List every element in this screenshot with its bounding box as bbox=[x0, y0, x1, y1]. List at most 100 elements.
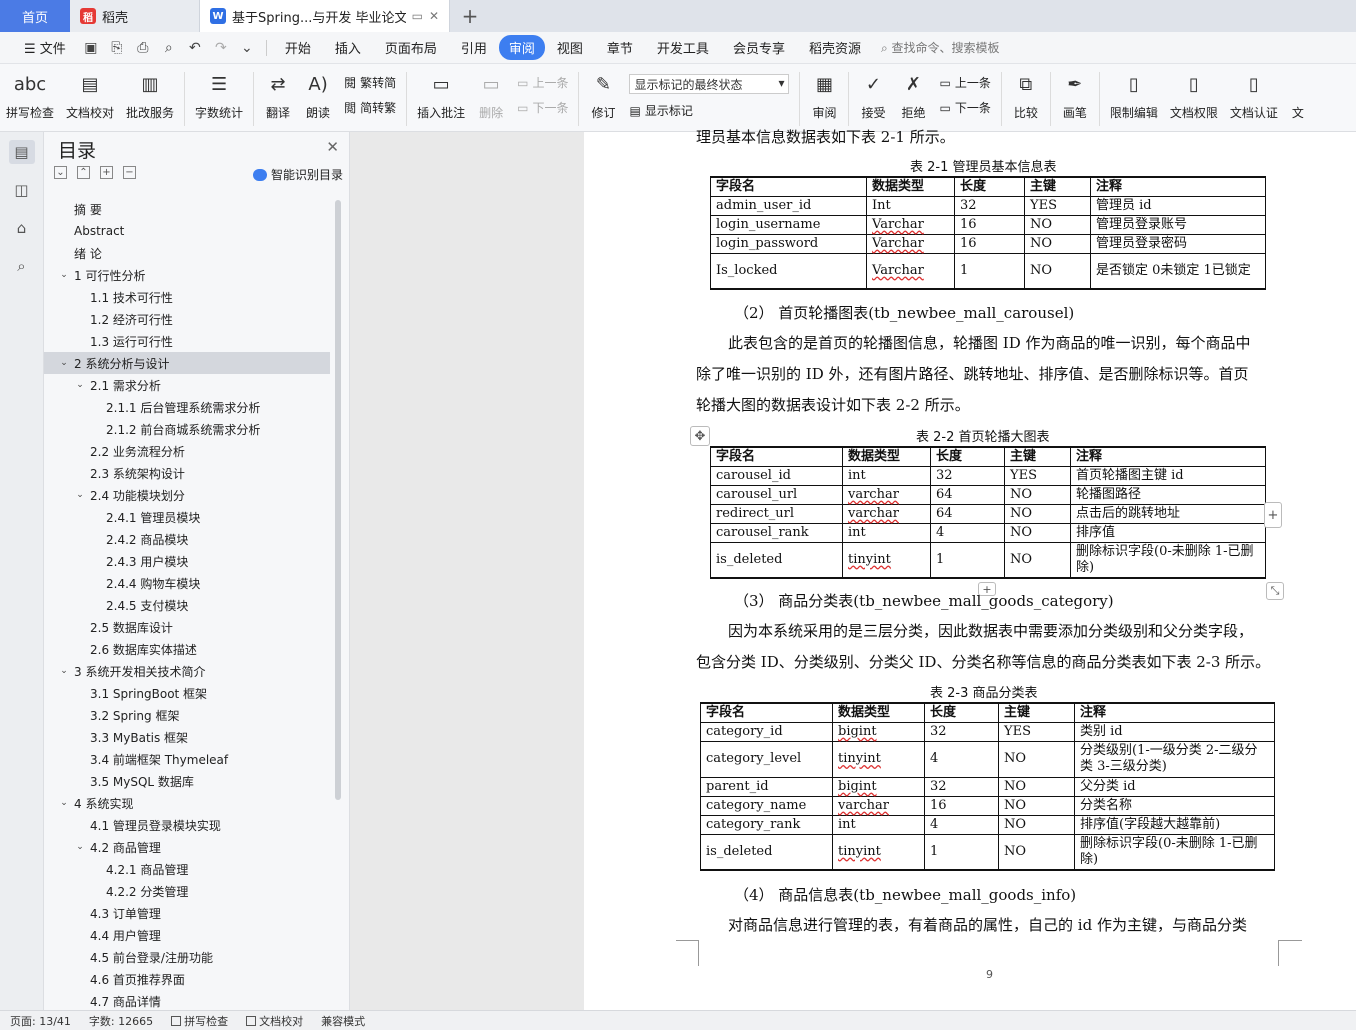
word-count-indicator[interactable]: 字数: 12665 bbox=[89, 1013, 153, 1029]
toc-item[interactable]: 2.4.2 商品模块 bbox=[44, 528, 330, 550]
chevron-down-icon[interactable]: ⌄ bbox=[58, 358, 70, 368]
trad-to-simp-button[interactable]: 閱繁转简 bbox=[344, 74, 396, 91]
toc-item[interactable]: ⌄ 2.4 功能模块划分 bbox=[44, 484, 330, 506]
toc-item[interactable]: 2.4.5 支付模块 bbox=[44, 594, 330, 616]
toc-item[interactable]: 2.4.1 管理员模块 bbox=[44, 506, 330, 528]
menu-layout[interactable]: 页面布局 bbox=[373, 35, 449, 60]
doc-proof-toggle[interactable]: 文档校对 bbox=[246, 1013, 303, 1029]
add-column-handle[interactable]: + bbox=[1264, 502, 1282, 528]
toc-item[interactable]: 2.3 系统架构设计 bbox=[44, 462, 330, 484]
toc-item[interactable]: 4.4 用户管理 bbox=[44, 924, 330, 946]
toc-item[interactable]: 4.7 商品详情 bbox=[44, 990, 330, 1010]
toc-item[interactable]: 4.3 订单管理 bbox=[44, 902, 330, 924]
toc-item[interactable]: 2.4.4 购物车模块 bbox=[44, 572, 330, 594]
word-count-button[interactable]: ☰ 字数统计 bbox=[189, 70, 249, 121]
toc-item[interactable]: 3.5 MySQL 数据库 bbox=[44, 770, 330, 792]
toc-item[interactable]: ⌄ 2.1 需求分析 bbox=[44, 374, 330, 396]
export-icon[interactable]: ⎘ bbox=[107, 38, 127, 58]
restrict-edit-button[interactable]: ▯ 限制编辑 bbox=[1104, 70, 1164, 121]
markup-state-select[interactable]: 显示标记的最终状态 ▾ bbox=[629, 74, 790, 94]
toc-item[interactable]: 2.6 数据库实体描述 bbox=[44, 638, 330, 660]
translate-button[interactable]: ⇄ 翻译 bbox=[258, 70, 298, 121]
more-chevron-icon[interactable]: ⌄ bbox=[237, 38, 257, 58]
read-aloud-button[interactable]: A) 朗读 bbox=[298, 70, 338, 121]
toc-item[interactable]: 4.5 前台登录/注册功能 bbox=[44, 946, 330, 968]
menu-references[interactable]: 引用 bbox=[449, 35, 499, 60]
category-table[interactable]: 字段名 数据类型 长度 主键 注释 category_id bigint 32 YES 类别 i… bbox=[700, 702, 1275, 871]
menu-chapter[interactable]: 章节 bbox=[595, 35, 645, 60]
spell-check-button[interactable]: abc 拼写检查 bbox=[0, 70, 60, 121]
toc-item[interactable]: 4.6 首页推荐界面 bbox=[44, 968, 330, 990]
carousel-table[interactable]: 字段名 数据类型 长度 主键 注释 carousel_id int 32 YES 首页轮播图主键… bbox=[710, 446, 1266, 579]
table-move-handle[interactable]: ✥ bbox=[690, 426, 710, 446]
save-icon[interactable]: ▣ bbox=[81, 38, 101, 58]
bookmark-icon[interactable]: ⌂ bbox=[9, 216, 35, 240]
toc-scrollbar[interactable] bbox=[335, 200, 341, 800]
review-service-button[interactable]: ▥ 批改服务 bbox=[120, 70, 180, 121]
doc-proof-button[interactable]: ▤ 文档校对 bbox=[60, 70, 120, 121]
toc-item[interactable]: 2.5 数据库设计 bbox=[44, 616, 330, 638]
toc-item[interactable]: 摘 要 bbox=[44, 198, 330, 220]
toc-item[interactable]: 4.2.1 商品管理 bbox=[44, 858, 330, 880]
new-tab-button[interactable]: + bbox=[450, 0, 490, 32]
review-pane-button[interactable]: ▦ 审阅 bbox=[804, 70, 844, 121]
next-comment-button[interactable]: ▭ 下一条 bbox=[517, 99, 568, 116]
insert-comment-button[interactable]: ▭ 插入批注 bbox=[411, 70, 471, 121]
add-level-icon[interactable]: + bbox=[100, 166, 113, 179]
menu-dev-tools[interactable]: 开发工具 bbox=[645, 35, 721, 60]
toc-item[interactable]: 4.2.2 分类管理 bbox=[44, 880, 330, 902]
toc-item[interactable]: 1.1 技术可行性 bbox=[44, 286, 330, 308]
compare-button[interactable]: ⧉ 比较 bbox=[1006, 70, 1046, 121]
next-change-button[interactable]: ▭ 下一条 bbox=[939, 99, 990, 116]
reject-button[interactable]: ✗ 拒绝 bbox=[893, 70, 933, 121]
chevron-down-icon[interactable]: ⌄ bbox=[74, 490, 86, 500]
toc-item[interactable]: 绪 论 bbox=[44, 242, 330, 264]
admin-info-table[interactable]: 字段名 数据类型 长度 主键 注释 admin_user_id Int 32 YES 管理员 i… bbox=[710, 176, 1266, 290]
toc-item[interactable]: ⌄ 2 系统分析与设计 bbox=[44, 352, 330, 374]
simp-to-trad-button[interactable]: 閲简转繁 bbox=[344, 99, 396, 116]
collapse-all-icon[interactable]: ⌃ bbox=[77, 166, 90, 179]
toc-item[interactable]: ⌄ 1 可行性分析 bbox=[44, 264, 330, 286]
chapter-nav-icon[interactable]: ◫ bbox=[9, 178, 35, 202]
ink-button[interactable]: ✒ 画笔 bbox=[1055, 70, 1095, 121]
toc-item[interactable]: 4.1 管理员登录模块实现 bbox=[44, 814, 330, 836]
find-icon[interactable]: ⌕ bbox=[9, 254, 35, 278]
document-page[interactable]: 理员基本信息数据表如下表 2-1 所示。 表 2-1 管理员基本信息表 字段名数… bbox=[584, 128, 1356, 1010]
toc-item[interactable]: ⌄ 3 系统开发相关技术简介 bbox=[44, 660, 330, 682]
file-menu[interactable]: ☰ 文件 bbox=[12, 35, 78, 60]
expand-all-icon[interactable]: ⌄ bbox=[54, 166, 67, 179]
preview-icon[interactable]: ⌕ bbox=[159, 38, 179, 58]
prev-change-button[interactable]: ▭ 上一条 bbox=[939, 74, 990, 91]
chevron-down-icon[interactable]: ⌄ bbox=[74, 380, 86, 390]
toc-item[interactable]: 2.2 业务流程分析 bbox=[44, 440, 330, 462]
toc-item[interactable]: 3.2 Spring 框架 bbox=[44, 704, 330, 726]
page-indicator[interactable]: 页面: 13/41 bbox=[10, 1013, 71, 1029]
menu-member[interactable]: 会员专享 bbox=[721, 35, 797, 60]
menu-daoke-resources[interactable]: 稻壳资源 bbox=[797, 35, 873, 60]
redo-icon[interactable]: ↷ bbox=[211, 38, 231, 58]
toc-item[interactable]: Abstract bbox=[44, 220, 330, 242]
toc-item[interactable]: 1.3 运行可行性 bbox=[44, 330, 330, 352]
toc-item[interactable]: 3.4 前端框架 Thymeleaf bbox=[44, 748, 330, 770]
chevron-down-icon[interactable]: ⌄ bbox=[58, 666, 70, 676]
track-changes-button[interactable]: ✎ 修订 bbox=[583, 70, 623, 121]
screen-icon[interactable]: ▭ bbox=[412, 9, 423, 23]
menu-view[interactable]: 视图 bbox=[545, 35, 595, 60]
show-markup-button[interactable]: ▤ 显示标记 bbox=[629, 102, 789, 119]
chevron-down-icon[interactable]: ⌄ bbox=[74, 842, 86, 852]
undo-icon[interactable]: ↶ bbox=[185, 38, 205, 58]
chevron-down-icon[interactable]: ⌄ bbox=[58, 270, 70, 280]
toc-item[interactable]: 3.3 MyBatis 框架 bbox=[44, 726, 330, 748]
doc-permission-button[interactable]: ▯ 文档权限 bbox=[1164, 70, 1224, 121]
toc-item[interactable]: 3.1 SpringBoot 框架 bbox=[44, 682, 330, 704]
chevron-down-icon[interactable]: ⌄ bbox=[58, 798, 70, 808]
tab-daoke[interactable]: 稻 稻壳 bbox=[70, 0, 200, 32]
menu-insert[interactable]: 插入 bbox=[323, 35, 373, 60]
toc-item[interactable]: ⌄ 4.2 商品管理 bbox=[44, 836, 330, 858]
spell-check-toggle[interactable]: 拼写检查 bbox=[171, 1013, 228, 1029]
toc-item[interactable]: 1.2 经济可行性 bbox=[44, 308, 330, 330]
menu-review[interactable]: 审阅 bbox=[498, 35, 545, 60]
toc-item[interactable]: 2.1.2 前台商城系统需求分析 bbox=[44, 418, 330, 440]
close-icon[interactable]: ✕ bbox=[326, 138, 339, 156]
print-icon[interactable]: ⎙ bbox=[133, 38, 153, 58]
